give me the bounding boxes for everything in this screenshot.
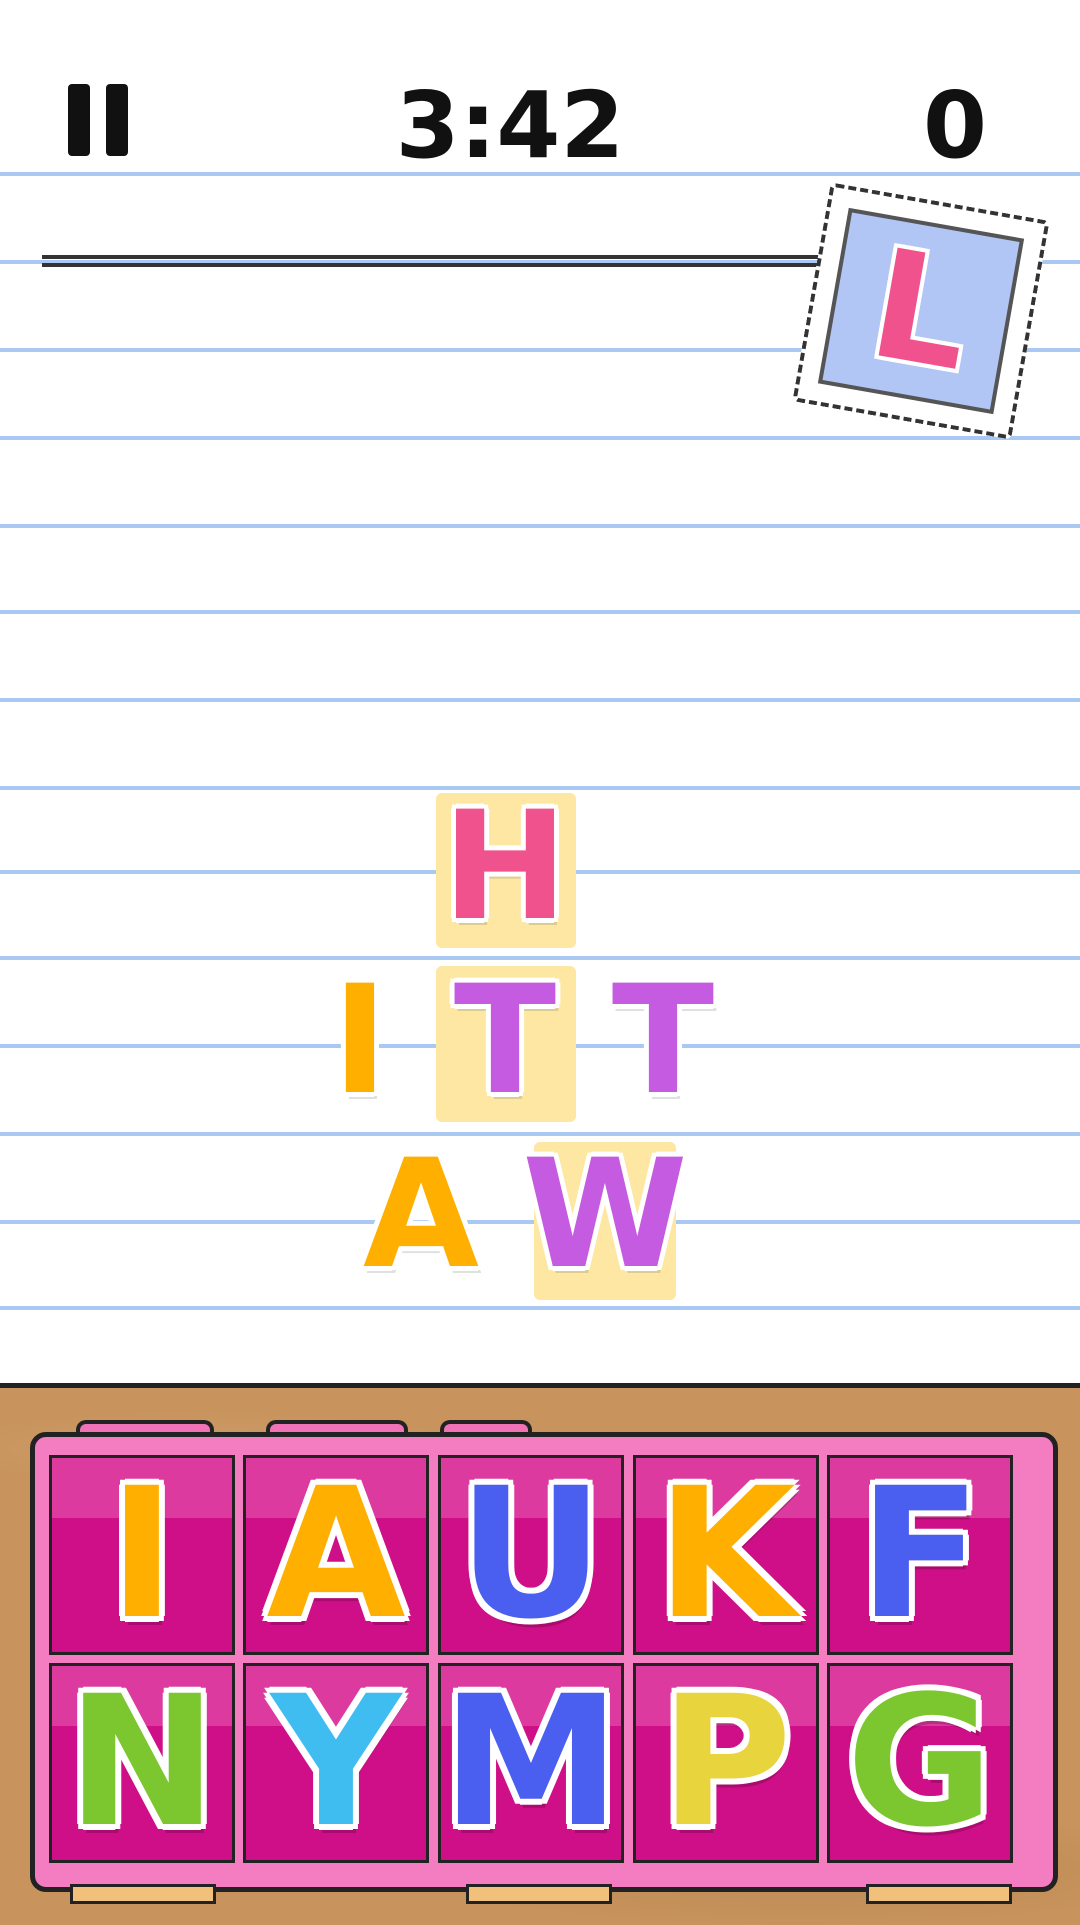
board-tile[interactable]: H xyxy=(430,792,580,942)
countdown-timer: 3:42 xyxy=(395,72,625,179)
board-tile[interactable]: T xyxy=(588,966,738,1116)
tray-letter-tile[interactable]: P xyxy=(633,1663,819,1863)
stamp-face: L xyxy=(817,207,1025,415)
tray-letter-tile[interactable]: U xyxy=(438,1455,624,1655)
stamp-letter: L xyxy=(858,217,984,405)
target-letter-stamp: L xyxy=(792,182,1050,440)
pause-button[interactable] xyxy=(68,84,132,156)
board-tile[interactable]: I xyxy=(320,966,400,1116)
tray-letter-tile[interactable]: F xyxy=(827,1455,1013,1655)
tray-letter-tile[interactable]: K xyxy=(633,1455,819,1655)
pause-icon xyxy=(68,84,90,156)
tray-letter-tile[interactable]: A xyxy=(243,1455,429,1655)
letter-tray: I A U K F N Y M P G xyxy=(30,1432,1058,1892)
tray-letter-tile[interactable]: Y xyxy=(243,1663,429,1863)
tray-letter-tile[interactable]: G xyxy=(827,1663,1013,1863)
board-tile[interactable]: A xyxy=(346,1140,496,1290)
tray-letter-tile[interactable]: N xyxy=(49,1663,235,1863)
score-counter: 0 xyxy=(922,72,987,179)
board-tile[interactable]: T xyxy=(430,966,580,1116)
tray-letter-tile[interactable]: M xyxy=(438,1663,624,1863)
time-remaining-bar xyxy=(42,255,832,269)
board-tile[interactable]: W xyxy=(520,1140,690,1290)
tray-letter-tile[interactable]: I xyxy=(49,1455,235,1655)
